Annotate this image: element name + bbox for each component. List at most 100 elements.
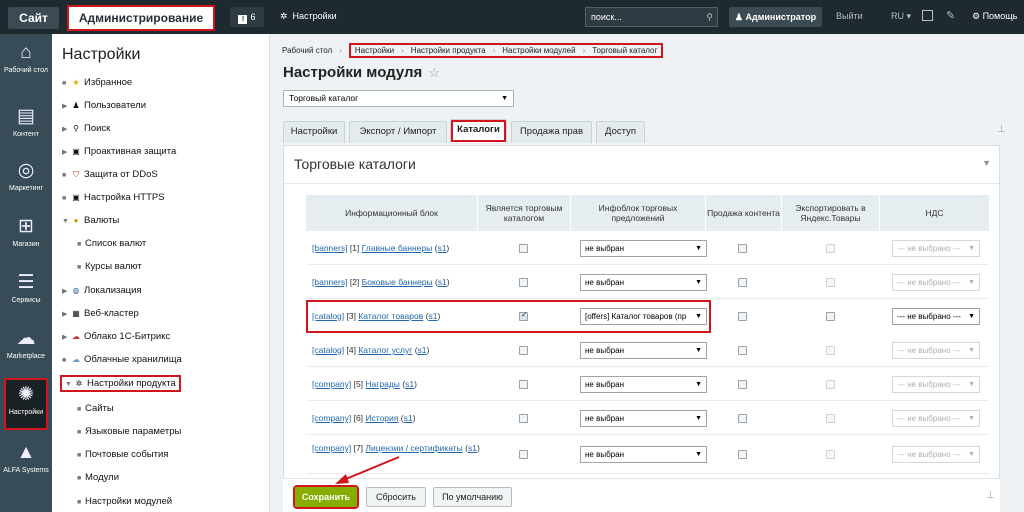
- menu-item[interactable]: ▶ ♟ Пользователи: [62, 99, 146, 113]
- iblock-code-link[interactable]: [catalog]: [312, 345, 344, 355]
- site-link[interactable]: s1: [404, 413, 413, 423]
- iblock-code-link[interactable]: [banners]: [312, 243, 347, 253]
- vat-select[interactable]: --- не выбрано --- ▼: [892, 376, 980, 393]
- is-catalog-checkbox[interactable]: [519, 346, 528, 355]
- nav-content[interactable]: ▤ Контент: [0, 106, 52, 139]
- yandex-export-checkbox[interactable]: [826, 380, 835, 389]
- offers-select[interactable]: не выбран ▼: [580, 446, 707, 463]
- is-catalog-checkbox[interactable]: [519, 414, 528, 423]
- logout-link[interactable]: Выйти: [836, 11, 863, 21]
- vat-select[interactable]: --- не выбрано --- ▼: [892, 308, 980, 325]
- is-catalog-checkbox[interactable]: [519, 450, 528, 459]
- tab-access[interactable]: Доступ: [596, 121, 645, 143]
- search-icon[interactable]: ⚲: [706, 8, 713, 26]
- content-sale-checkbox[interactable]: [738, 414, 747, 423]
- is-catalog-checkbox[interactable]: [519, 244, 528, 253]
- offers-select[interactable]: [offers] Каталог товаров (пр ▼: [580, 308, 707, 325]
- vat-select[interactable]: --- не выбрано --- ▼: [892, 342, 980, 359]
- nav-marketplace[interactable]: ☁ Marketplace: [0, 328, 52, 361]
- site-link[interactable]: s1: [437, 243, 446, 253]
- vat-select[interactable]: --- не выбрано --- ▼: [892, 410, 980, 427]
- menu-item[interactable]: ▶ ◍ Локализация: [62, 284, 142, 298]
- content-sale-checkbox[interactable]: [738, 450, 747, 459]
- menu-subitem[interactable]: ■ Сайты: [77, 402, 114, 416]
- menu-item[interactable]: ■ ☁ Облачные хранилища: [62, 353, 182, 367]
- window-icon[interactable]: [922, 10, 933, 21]
- notifications-button[interactable]: ! 6: [230, 7, 264, 27]
- vat-select[interactable]: --- не выбрано --- ▼: [892, 274, 980, 291]
- is-catalog-checkbox[interactable]: [519, 310, 528, 321]
- content-sale-checkbox[interactable]: [738, 312, 747, 321]
- help-link[interactable]: ⚙ Помощь: [972, 11, 1017, 22]
- menu-item-product-settings[interactable]: ▼ ✲ Настройки продукта: [60, 375, 181, 392]
- menu-item[interactable]: ▶ ⚲ Поиск: [62, 122, 110, 136]
- menu-item[interactable]: ▶ ▦ Веб-кластер: [62, 307, 139, 321]
- default-button[interactable]: По умолчанию: [433, 487, 512, 507]
- vat-select[interactable]: --- не выбрано --- ▼: [892, 446, 980, 463]
- nav-services[interactable]: ☰ Сервисы: [0, 272, 52, 305]
- nav-desktop[interactable]: ⌂ Рабочий стол: [0, 42, 52, 75]
- menu-item[interactable]: ■ ⛉ Защита от DDoS: [62, 168, 158, 182]
- nav-marketing[interactable]: ◎ Маркетинг: [0, 160, 52, 193]
- content-sale-checkbox[interactable]: [738, 244, 747, 253]
- breadcrumb-item[interactable]: Торговый каталог: [592, 46, 657, 55]
- reset-button[interactable]: Сбросить: [366, 487, 426, 507]
- iblock-name-link[interactable]: Лицензии / сертификаты: [365, 443, 462, 453]
- menu-subitem[interactable]: ■ Модули: [77, 471, 119, 485]
- is-catalog-checkbox[interactable]: [519, 380, 528, 389]
- site-link[interactable]: s1: [418, 345, 427, 355]
- vat-select[interactable]: --- не выбрано --- ▼: [892, 240, 980, 257]
- menu-item[interactable]: ▶ ▣ Проактивная защита: [62, 145, 176, 159]
- admin-button[interactable]: Администрирование: [67, 5, 215, 31]
- menu-item[interactable]: ▼ ● Валюты: [62, 214, 119, 228]
- pin-icon[interactable]: ⊥: [997, 124, 1006, 135]
- menu-subitem[interactable]: ■ Курсы валют: [77, 260, 142, 274]
- search-input[interactable]: поиск... ⚲: [585, 7, 718, 27]
- site-link[interactable]: s1: [428, 311, 437, 321]
- offers-select[interactable]: не выбран ▼: [580, 410, 707, 427]
- breadcrumb-item[interactable]: Настройки продукта: [411, 46, 486, 55]
- iblock-name-link[interactable]: Награды: [365, 379, 400, 389]
- offers-select[interactable]: не выбран ▼: [580, 376, 707, 393]
- yandex-export-checkbox[interactable]: [826, 450, 835, 459]
- iblock-code-link[interactable]: [company]: [312, 379, 351, 389]
- menu-item[interactable]: ▶ ☁ Облако 1С-Битрикс: [62, 330, 170, 344]
- menu-item[interactable]: ■ ★ Избранное: [62, 76, 132, 90]
- pin-icon[interactable]: ✎: [946, 9, 955, 22]
- site-link[interactable]: s1: [468, 443, 477, 453]
- menu-subitem[interactable]: ■ Список валют: [77, 237, 146, 251]
- nav-settings[interactable]: ✺ Настройки: [4, 378, 48, 430]
- iblock-code-link[interactable]: [banners]: [312, 277, 347, 287]
- iblock-name-link[interactable]: Каталог услуг: [358, 345, 412, 355]
- module-select[interactable]: Торговый каталог ▼: [283, 90, 514, 107]
- iblock-code-link[interactable]: [catalog]: [312, 311, 344, 321]
- content-sale-checkbox[interactable]: [738, 346, 747, 355]
- iblock-name-link[interactable]: Каталог товаров: [358, 311, 423, 321]
- breadcrumb-item[interactable]: Рабочий стол: [282, 46, 332, 55]
- breadcrumb-item[interactable]: Настройки: [355, 46, 394, 55]
- menu-subitem[interactable]: ■ Настройки модулей: [77, 495, 172, 509]
- site-link[interactable]: s1: [405, 379, 414, 389]
- user-button[interactable]: ♟ Администратор: [729, 7, 822, 27]
- iblock-code-link[interactable]: [company]: [312, 413, 351, 423]
- offers-select[interactable]: не выбран ▼: [580, 240, 707, 257]
- nav-alfa[interactable]: ▲ ALFA Systems: [0, 442, 52, 475]
- menu-subitem[interactable]: ■ Языковые параметры: [77, 425, 181, 439]
- content-sale-checkbox[interactable]: [738, 380, 747, 389]
- yandex-export-checkbox[interactable]: [826, 278, 835, 287]
- content-sale-checkbox[interactable]: [738, 278, 747, 287]
- yandex-export-checkbox[interactable]: [826, 244, 835, 253]
- site-link[interactable]: s1: [438, 277, 447, 287]
- tab-rights-sale[interactable]: Продажа прав: [511, 121, 592, 143]
- collapse-icon[interactable]: ▼: [982, 158, 991, 168]
- menu-subitem[interactable]: ■ Почтовые события: [77, 448, 168, 462]
- iblock-name-link[interactable]: Главные баннеры: [362, 243, 433, 253]
- offers-select[interactable]: не выбран ▼: [580, 274, 707, 291]
- nav-shop[interactable]: ⊞ Магазин: [0, 216, 52, 249]
- site-button[interactable]: Сайт: [8, 7, 59, 29]
- save-button[interactable]: Сохранить: [293, 485, 359, 509]
- is-catalog-checkbox[interactable]: [519, 278, 528, 287]
- iblock-code-link[interactable]: [company]: [312, 443, 351, 453]
- tab-settings[interactable]: Настройки: [283, 121, 345, 143]
- yandex-export-checkbox[interactable]: [826, 414, 835, 423]
